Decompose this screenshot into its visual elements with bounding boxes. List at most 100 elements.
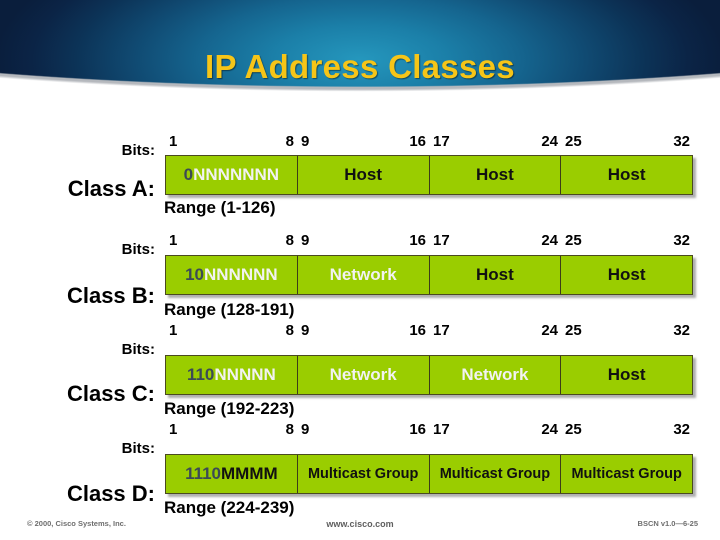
bit-ruler-segment: 17 24 bbox=[429, 133, 561, 151]
bit-tick-start: 25 bbox=[565, 133, 582, 150]
octet-segment: Network bbox=[297, 356, 430, 394]
octet-bar: 10 NNNNNN Network Host Host bbox=[165, 255, 693, 295]
octet-segment-label: Host bbox=[607, 365, 646, 384]
bit-ruler: 1 8 9 16 17 24 25 32 bbox=[165, 133, 693, 151]
octet-segment: Network bbox=[429, 356, 562, 394]
bit-tick-start: 1 bbox=[169, 421, 178, 438]
bit-tick-start: 9 bbox=[301, 421, 310, 438]
class-range-label: Range (1-126) bbox=[164, 198, 276, 217]
octet-segment-label: Network bbox=[329, 265, 397, 284]
bit-tick-end: 32 bbox=[673, 322, 690, 339]
octet-suffix-bits: MMMM bbox=[221, 464, 278, 483]
bit-tick-start: 25 bbox=[565, 232, 582, 249]
slide-footer: © 2000, Cisco Systems, Inc. www.cisco.co… bbox=[0, 519, 720, 533]
octet-bar: 110 NNNNN Network Network Host bbox=[165, 355, 693, 395]
bit-ruler-segment: 9 16 bbox=[297, 133, 429, 151]
bit-tick-start: 17 bbox=[433, 322, 450, 339]
bit-ruler-segment: 17 24 bbox=[429, 322, 561, 340]
octet-segment: Multicast Group bbox=[429, 455, 562, 493]
bit-tick-end: 16 bbox=[409, 421, 426, 438]
octet-segment: Host bbox=[429, 256, 562, 294]
octet-segment-label: Host bbox=[607, 165, 646, 184]
octet-segment-label: Multicast Group bbox=[439, 466, 551, 482]
octet-suffix-bits: NNNNNNN bbox=[193, 165, 280, 184]
bit-ruler-segment: 25 32 bbox=[561, 232, 693, 250]
octet-segment-label: Multicast Group bbox=[571, 466, 682, 482]
octet-prefix-bits: 0 bbox=[183, 165, 194, 184]
octet-suffix-bits: NNNNNN bbox=[204, 265, 278, 284]
octet-prefix-bits: 1110 bbox=[185, 464, 222, 483]
footer-url: www.cisco.com bbox=[326, 519, 394, 529]
octet-segment: Multicast Group bbox=[561, 455, 692, 493]
octet-segment: 0 NNNNNNN bbox=[166, 156, 298, 194]
bit-ruler-segment: 18 bbox=[165, 421, 297, 439]
bit-ruler-segment: 17 24 bbox=[429, 421, 561, 439]
octet-segment: Multicast Group bbox=[297, 455, 430, 493]
bit-tick-start: 1 bbox=[169, 133, 178, 150]
bit-tick-start: 1 bbox=[169, 232, 178, 249]
octet-prefix-bits: 10 bbox=[185, 265, 204, 284]
bit-tick-end: 16 bbox=[409, 133, 426, 150]
octet-segment: 110 NNNNN bbox=[166, 356, 298, 394]
bit-ruler-segment: 25 32 bbox=[561, 322, 693, 340]
bits-label: Bits: bbox=[121, 440, 155, 457]
class-name-label: Class B: bbox=[66, 283, 155, 308]
bit-ruler: 1 8 9 16 17 24 25 32 bbox=[165, 421, 693, 439]
slide-header-banner: IP Address Classes bbox=[0, 0, 720, 118]
bit-ruler-segment: 9 16 bbox=[297, 322, 429, 340]
octet-segment-label: Host bbox=[475, 165, 514, 184]
bit-ruler-segment: 17 24 bbox=[429, 232, 561, 250]
bits-label: Bits: bbox=[121, 142, 155, 159]
bit-tick-end: 16 bbox=[409, 232, 426, 249]
bit-tick-start: 9 bbox=[301, 322, 310, 339]
bits-label: Bits: bbox=[121, 241, 155, 258]
octet-segment: Host bbox=[429, 156, 562, 194]
octet-prefix-bits: 110 bbox=[186, 365, 215, 384]
bit-ruler: 1 8 9 16 17 24 25 32 bbox=[165, 322, 693, 340]
bit-ruler-segment: 18 bbox=[165, 232, 297, 250]
bit-tick-start: 17 bbox=[433, 232, 450, 249]
class-name-label: Class C: bbox=[66, 381, 155, 406]
bit-tick-end: 24 bbox=[541, 232, 558, 249]
bit-tick-end: 32 bbox=[673, 232, 690, 249]
class-range-label: Range (224-239) bbox=[164, 498, 295, 517]
bit-ruler-segment: 25 32 bbox=[561, 421, 693, 439]
octet-suffix-bits: NNNNN bbox=[214, 365, 276, 384]
octet-segment: Host bbox=[561, 256, 692, 294]
class-name-label: Class D: bbox=[66, 481, 155, 506]
footer-version: BSCN v1.0—6-25 bbox=[637, 519, 698, 528]
bit-tick-end: 32 bbox=[673, 421, 690, 438]
bit-tick-end: 32 bbox=[673, 133, 690, 150]
octet-segment-label: Network bbox=[461, 365, 529, 384]
bit-ruler-segment: 25 32 bbox=[561, 133, 693, 151]
bit-ruler-segment: 9 16 bbox=[297, 421, 429, 439]
bit-tick-start: 9 bbox=[301, 232, 310, 249]
bit-tick-end: 8 bbox=[285, 421, 294, 438]
class-range-label: Range (192-223) bbox=[164, 399, 295, 418]
octet-segment: Host bbox=[561, 356, 692, 394]
octet-segment-label: Network bbox=[329, 365, 397, 384]
octet-bar: 0 NNNNNNN Host Host Host bbox=[165, 155, 693, 195]
octet-segment: 1110 MMMM bbox=[166, 455, 298, 493]
bit-tick-end: 24 bbox=[541, 322, 558, 339]
bit-tick-start: 1 bbox=[169, 322, 178, 339]
bit-tick-end: 16 bbox=[409, 322, 426, 339]
bit-tick-end: 24 bbox=[541, 421, 558, 438]
class-name-label: Class A: bbox=[67, 176, 155, 201]
bit-ruler-segment: 18 bbox=[165, 322, 297, 340]
bit-tick-start: 25 bbox=[565, 421, 582, 438]
bit-ruler: 1 8 9 16 17 24 25 32 bbox=[165, 232, 693, 250]
bit-ruler-segment: 9 16 bbox=[297, 232, 429, 250]
bit-ruler-segment: 18 bbox=[165, 133, 297, 151]
bit-tick-start: 17 bbox=[433, 421, 450, 438]
octet-segment: Network bbox=[297, 256, 430, 294]
octet-segment-label: Multicast Group bbox=[307, 466, 419, 482]
bit-tick-end: 8 bbox=[285, 232, 294, 249]
octet-segment-label: Host bbox=[607, 265, 646, 284]
octet-segment-label: Host bbox=[344, 165, 383, 184]
octet-segment: Host bbox=[297, 156, 430, 194]
bit-tick-start: 25 bbox=[565, 322, 582, 339]
bit-tick-end: 8 bbox=[285, 133, 294, 150]
class-range-label: Range (128-191) bbox=[164, 300, 295, 319]
octet-segment: 10 NNNNNN bbox=[166, 256, 298, 294]
